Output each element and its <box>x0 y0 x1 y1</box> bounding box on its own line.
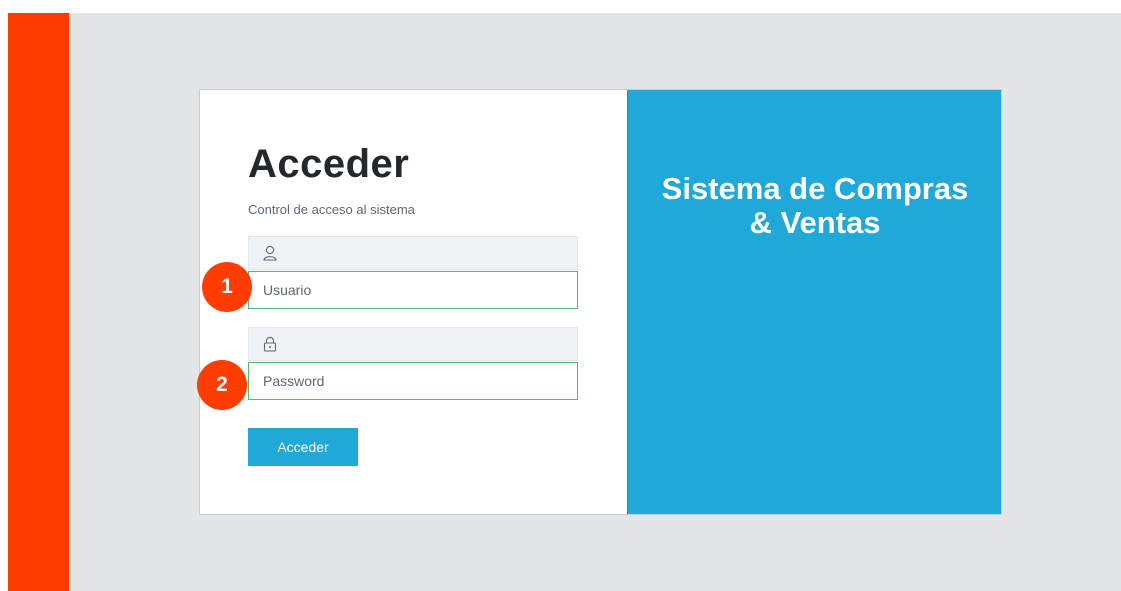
login-form: Acceder Control de acceso al sistema Usu… <box>200 90 627 514</box>
login-title: Acceder <box>248 142 410 186</box>
accent-bar <box>8 13 69 591</box>
page-background: Acceder Control de acceso al sistema Usu… <box>8 13 1121 591</box>
login-button[interactable]: Acceder <box>248 428 358 466</box>
brand-title: Sistema de Compras & Ventas <box>628 172 1002 240</box>
brand-panel: Sistema de Compras & Ventas <box>627 90 1001 514</box>
brand-title-line-2: & Ventas <box>749 205 881 240</box>
login-card: Acceder Control de acceso al sistema Usu… <box>199 89 1002 515</box>
password-addon <box>248 327 578 361</box>
step-marker-1: 1 <box>202 262 252 312</box>
brand-title-line-1: Sistema de Compras <box>661 171 969 206</box>
login-subtitle: Control de acceso al sistema <box>248 202 415 217</box>
step-marker-2: 2 <box>197 360 247 410</box>
username-addon <box>248 236 578 270</box>
password-input[interactable] <box>248 362 578 400</box>
username-input[interactable] <box>248 271 578 309</box>
